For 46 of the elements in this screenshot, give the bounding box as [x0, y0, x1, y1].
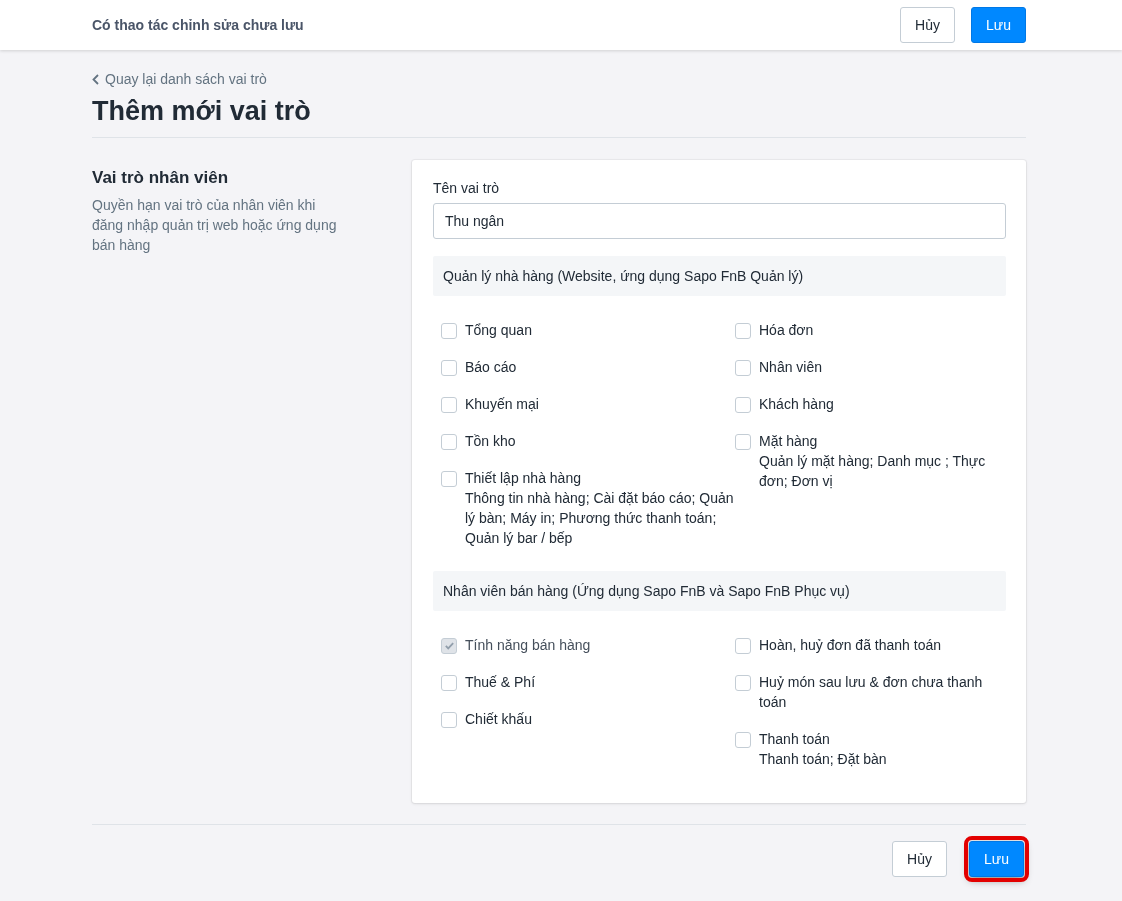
permission-label: Thiết lập nhà hàng — [465, 468, 582, 488]
checkbox[interactable] — [441, 322, 457, 339]
permission-label: Tổng quan — [465, 320, 532, 340]
checkbox[interactable] — [441, 396, 457, 413]
permission-label: Huỷ món sau lưu & đơn chưa thanh toán — [759, 672, 984, 712]
chevron-left-icon — [92, 73, 99, 85]
section-title: Vai trò nhân viên — [92, 167, 230, 188]
permission-label: Nhân viên — [759, 357, 823, 377]
checkbox[interactable] — [735, 396, 751, 413]
checkbox[interactable] — [735, 359, 751, 376]
permission-label: Tồn kho — [465, 431, 516, 451]
checkbox[interactable] — [441, 674, 457, 691]
permission-label: Chiết khấu — [465, 709, 532, 729]
permission-group-header: Nhân viên bán hàng (Ứng dụng Sapo FnB và Sapo FnB Phục vụ) — [433, 570, 1006, 611]
checkbox[interactable] — [441, 711, 457, 728]
permission-description: Thông tin nhà hàng; Cài đặt báo cáo; Quản lý bàn; Máy in; Phương thức thanh toán; Quản lý bar / bếp — [465, 488, 735, 548]
save-button[interactable]: Lưu — [971, 7, 1026, 43]
field-label: Tên vai trò — [433, 179, 501, 196]
permission-group-header: Quản lý nhà hàng (Website, ứng dụng Sapo FnB Quản lý) — [433, 255, 1006, 296]
permission-label: Hoàn, huỷ đơn đã thanh toán — [759, 635, 941, 655]
back-link[interactable]: Quay lại danh sách vai trò — [92, 71, 267, 87]
role-name-field[interactable]: Thu ngân — [433, 202, 1006, 239]
permission-description: Thanh toán; Đặt bàn — [759, 749, 887, 769]
permission-label: Khuyến mại — [465, 394, 539, 414]
permission-label: Báo cáo — [465, 357, 517, 377]
checkbox[interactable] — [441, 359, 457, 376]
permission-label: Thuế & Phí — [465, 672, 536, 692]
checkbox[interactable] — [441, 433, 457, 450]
cancel-button[interactable]: Hủy — [892, 840, 947, 877]
checkmark-icon — [443, 640, 455, 651]
section-description: Quyền hạn vai trò của nhân viên khi đăng nhập quản trị web hoặc ứng dụng bán hàng — [92, 195, 338, 255]
checkbox[interactable] — [441, 470, 457, 487]
permission-label: Hóa đơn — [759, 320, 814, 340]
cancel-button[interactable]: Hủy — [900, 7, 955, 43]
permission-description: Quản lý mặt hàng; Danh mục ; Thực đơn; Đơn vị — [759, 451, 987, 491]
permission-label: Tính năng bán hàng — [465, 635, 591, 655]
checkbox[interactable] — [735, 322, 751, 339]
checkbox[interactable] — [735, 674, 751, 691]
checkbox[interactable] — [735, 731, 751, 748]
page-title: Thêm mới vai trò — [92, 95, 1026, 138]
checkbox[interactable] — [735, 637, 751, 654]
permission-label: Thanh toán — [759, 729, 831, 749]
permission-label: Khách hàng — [759, 394, 834, 414]
permission-label: Mặt hàng — [759, 431, 819, 451]
unsaved-changes-message: Có thao tác chỉnh sửa chưa lưu — [92, 17, 304, 33]
checkbox[interactable] — [735, 433, 751, 450]
